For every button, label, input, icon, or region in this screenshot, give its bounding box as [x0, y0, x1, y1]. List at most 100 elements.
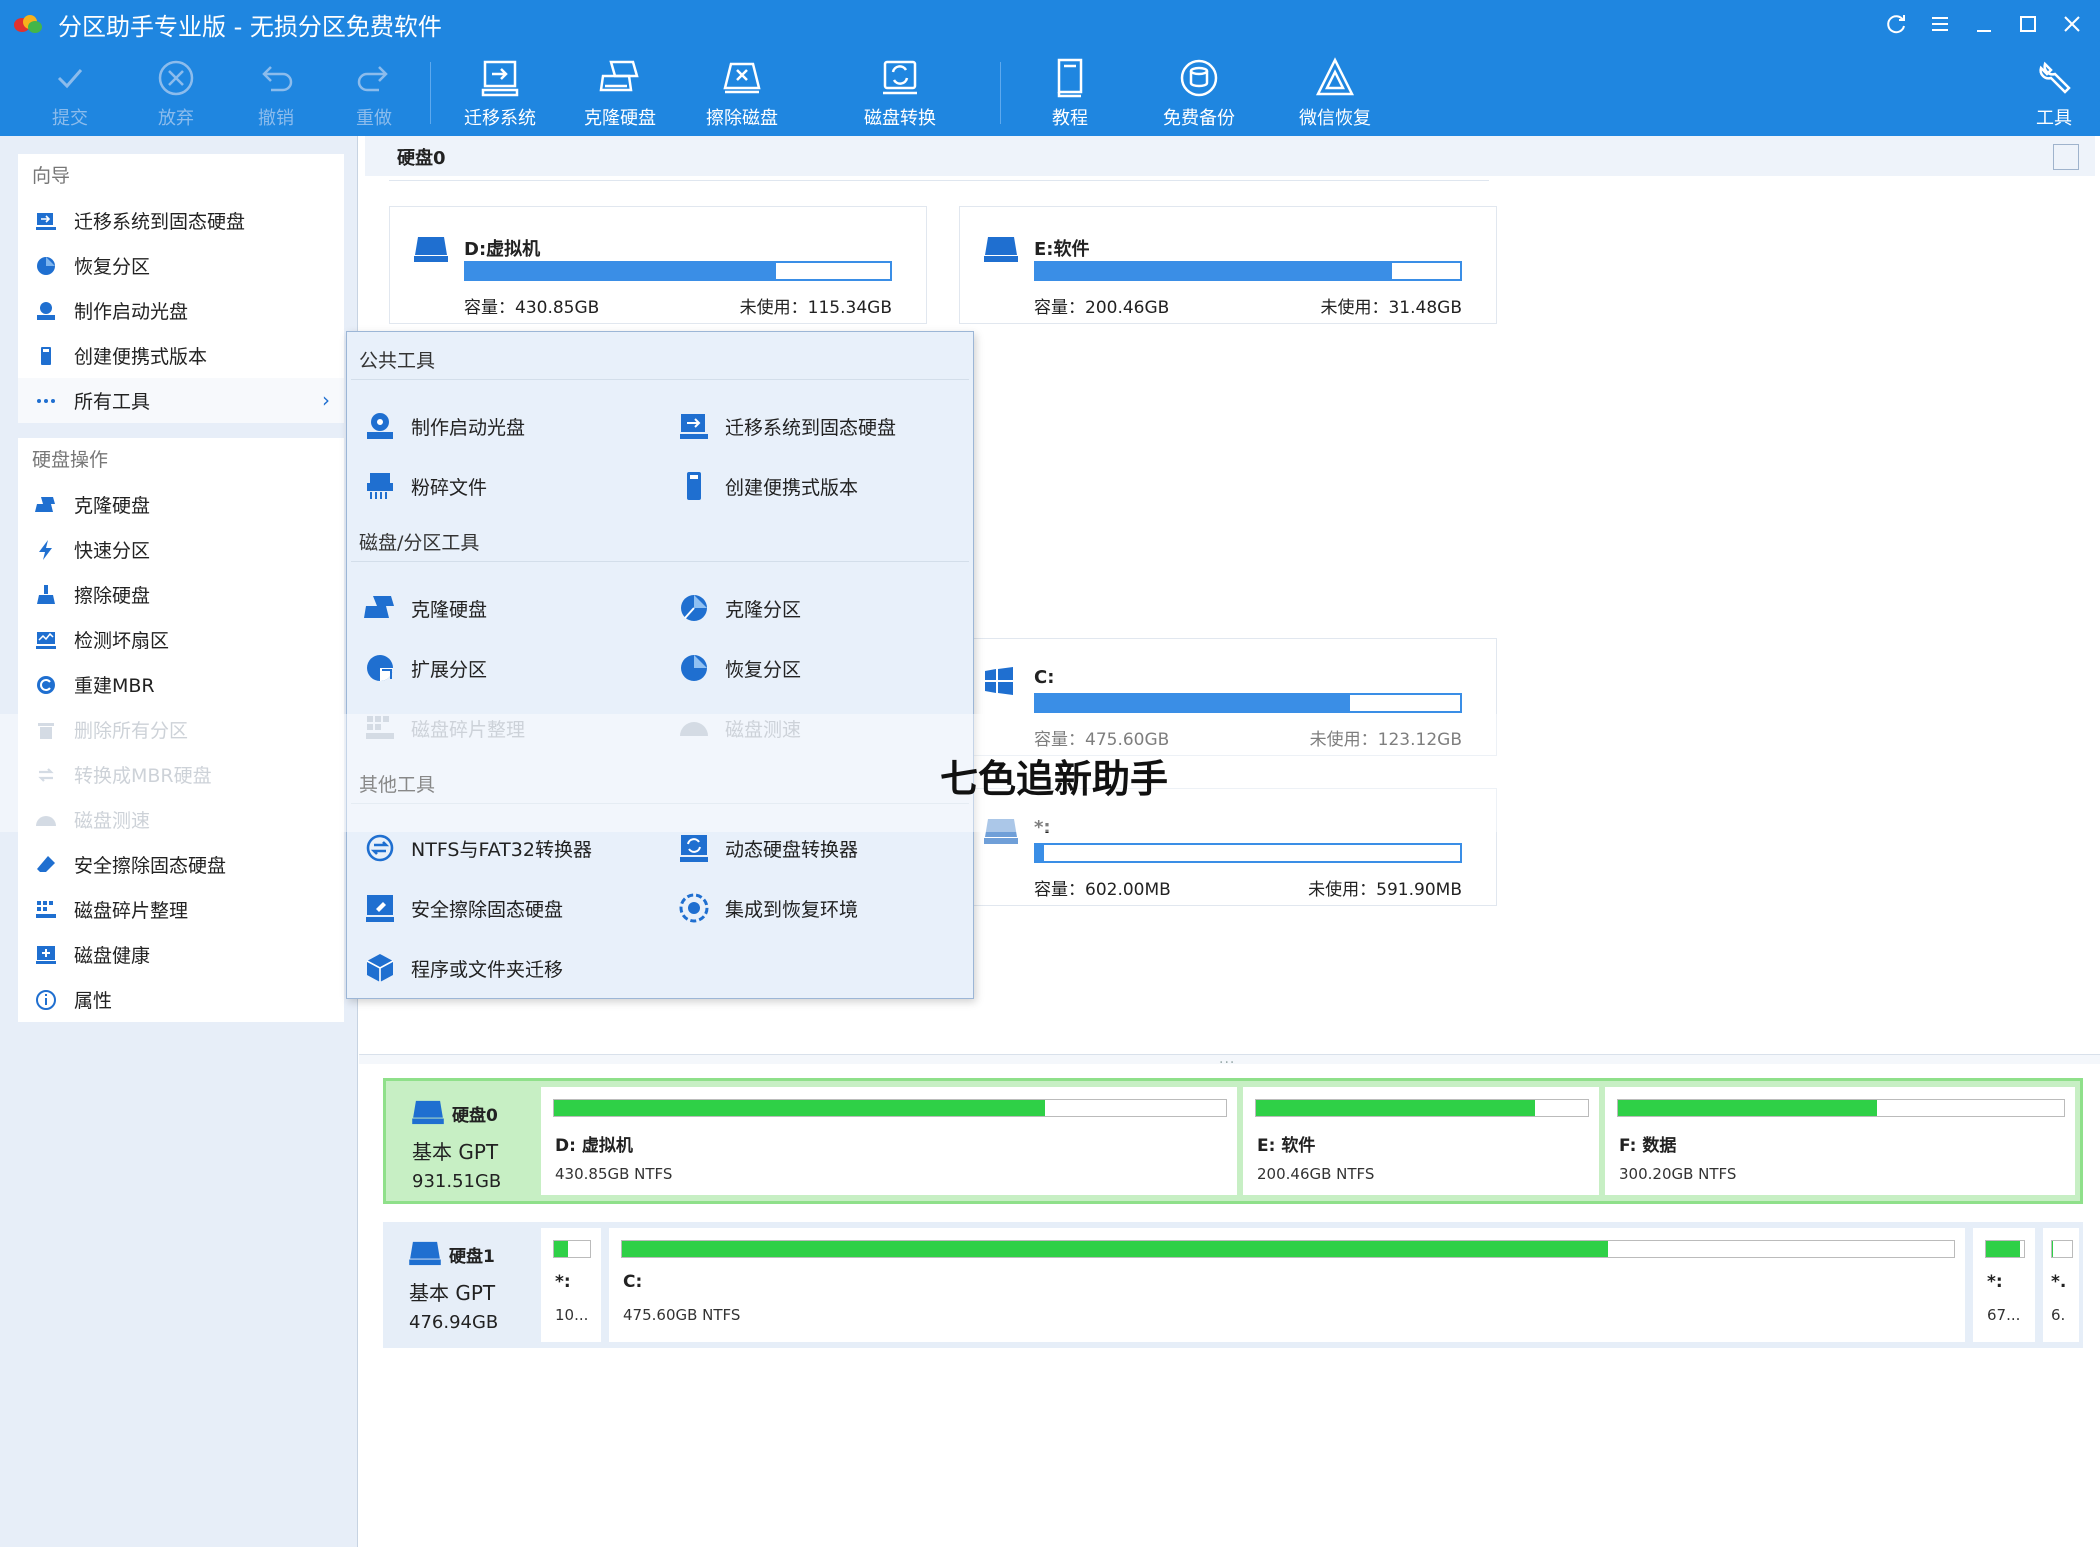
- clone-disk-icon: [363, 591, 397, 625]
- recover-partition-icon: [677, 651, 711, 685]
- capacity-text: 容量：602.00MB: [1034, 880, 1171, 900]
- disk-info: 硬盘1 基本 GPT 476.94GB: [409, 1238, 529, 1333]
- all-tools-flyout: 公共工具 制作启动光盘 迁移系统到固态硬盘 粉碎文件 创建便携式版本 磁盘/分区…: [346, 331, 974, 999]
- migrate-system-icon: [481, 60, 519, 97]
- sidebar-item-properties[interactable]: 属性: [18, 977, 344, 1022]
- wipe-disk-button[interactable]: 擦除磁盘: [694, 56, 790, 134]
- gear-icon: [677, 891, 711, 925]
- flyout-item-dynamic-disk[interactable]: 动态硬盘转换器: [677, 826, 858, 870]
- partition-card[interactable]: E:软件 容量：200.46GB 未使用：31.48GB: [959, 206, 1497, 324]
- flyout-item-ntfs-fat32[interactable]: NTFS与FAT32转换器: [363, 826, 592, 870]
- migrate-icon: [677, 409, 711, 443]
- sidebar-item-all-tools[interactable]: 所有工具 ›: [18, 378, 344, 423]
- partition-usage-bar: [553, 1240, 591, 1258]
- wechat-recovery-button[interactable]: 微信恢复: [1287, 56, 1383, 134]
- flyout-item-extend-partition[interactable]: 扩展分区: [363, 646, 487, 690]
- check-sectors-icon: [34, 628, 58, 652]
- boot-disc-icon: [34, 299, 58, 323]
- refresh-icon[interactable]: [1874, 0, 1918, 48]
- ntfs-fat32-convert-icon: [363, 831, 397, 865]
- free-space-text: 未使用：591.90MB: [1308, 880, 1462, 900]
- usage-bar: [464, 261, 892, 281]
- partition-usage-bar: [1255, 1099, 1589, 1117]
- flyout-item-migrate-ssd[interactable]: 迁移系统到固态硬盘: [677, 404, 896, 448]
- disk-row-0[interactable]: 硬盘0 基本 GPT 931.51GB D: 虚拟机 430.85GB NTFS…: [383, 1078, 2083, 1204]
- partition-segment[interactable]: *. 6.: [2043, 1228, 2079, 1342]
- splitter-handle[interactable]: ...: [359, 1051, 2100, 1067]
- partition-segment[interactable]: F: 数据 300.20GB NTFS: [1605, 1087, 2075, 1195]
- tutorial-button[interactable]: 教程: [1022, 56, 1118, 134]
- disk-convert-button[interactable]: 磁盘转换: [852, 56, 948, 134]
- disk-row-1[interactable]: 硬盘1 基本 GPT 476.94GB *: 10... C: 475.60GB…: [383, 1222, 2083, 1348]
- chevron-right-icon: ›: [322, 388, 330, 412]
- migrate-icon: [34, 209, 58, 233]
- drive-icon: [984, 235, 1018, 267]
- windows-icon: [984, 667, 1014, 699]
- usage-bar: [1034, 693, 1462, 713]
- sidebar-item-boot-disc[interactable]: 制作启动光盘: [18, 288, 344, 333]
- flyout-item-recover-partition[interactable]: 恢复分区: [677, 646, 801, 690]
- menu-icon[interactable]: [1918, 0, 1962, 48]
- sidebar-item-quick-partition[interactable]: 快速分区: [18, 527, 344, 572]
- commit-button[interactable]: 提交: [22, 56, 118, 134]
- sidebar: 向导 迁移系统到固态硬盘 恢复分区 制作启动光盘 创建便携式版本 所有工具 › …: [0, 136, 358, 1547]
- disk-header: 硬盘0: [365, 136, 2095, 176]
- app-logo-icon: [14, 13, 44, 35]
- flyout-item-boot-disc[interactable]: 制作启动光盘: [363, 404, 525, 448]
- capacity-text: 容量：430.85GB: [464, 298, 600, 318]
- flyout-section-disk: 磁盘/分区工具: [347, 514, 973, 562]
- title-bar: 分区助手专业版 - 无损分区免费软件: [0, 0, 2100, 48]
- sidebar-item-secure-erase-ssd[interactable]: 安全擦除固态硬盘: [18, 842, 344, 887]
- capacity-text: 容量：200.46GB: [1034, 298, 1170, 318]
- lightning-icon: [34, 538, 58, 562]
- free-backup-button[interactable]: 免费备份: [1151, 56, 1247, 134]
- undo-icon: [262, 66, 293, 92]
- partition-usage-bar: [1985, 1240, 2025, 1258]
- disk-header-label: 硬盘0: [397, 148, 446, 169]
- clone-disk-button[interactable]: 克隆硬盘: [572, 56, 668, 134]
- flyout-item-clone-partition[interactable]: 克隆分区: [677, 586, 801, 630]
- sidebar-item-rebuild-mbr[interactable]: 重建MBR: [18, 662, 344, 707]
- redo-button[interactable]: 重做: [326, 56, 422, 134]
- sidebar-item-wipe-disk[interactable]: 擦除硬盘: [18, 572, 344, 617]
- wizard-title: 向导: [32, 165, 71, 187]
- sidebar-item-recover-partition[interactable]: 恢复分区: [18, 243, 344, 288]
- sidebar-item-clone-disk[interactable]: 克隆硬盘: [18, 482, 344, 527]
- undo-button[interactable]: 撤销: [228, 56, 324, 134]
- sidebar-item-migrate-ssd[interactable]: 迁移系统到固态硬盘: [18, 198, 344, 243]
- flyout-item-shred-files[interactable]: 粉碎文件: [363, 464, 487, 508]
- migrate-system-button[interactable]: 迁移系统: [452, 56, 548, 134]
- wechat-recovery-icon: [1315, 57, 1355, 96]
- partition-segment[interactable]: *: 10...: [541, 1228, 601, 1342]
- partition-segment[interactable]: D: 虚拟机 430.85GB NTFS: [541, 1087, 1237, 1195]
- drive-icon: [412, 1099, 444, 1129]
- flyout-item-secure-erase-ssd[interactable]: 安全擦除固态硬盘: [363, 886, 563, 930]
- view-toggle-icon[interactable]: [2053, 144, 2079, 170]
- rebuild-mbr-icon: [34, 673, 58, 697]
- defrag-icon: [34, 898, 58, 922]
- flyout-item-app-migration[interactable]: 程序或文件夹迁移: [363, 946, 563, 990]
- wrench-icon: [2039, 61, 2071, 94]
- partition-card[interactable]: D:虚拟机 容量：430.85GB 未使用：115.34GB: [389, 206, 927, 324]
- partition-segment[interactable]: *: 67...: [1973, 1228, 2035, 1342]
- flyout-item-recovery-env[interactable]: 集成到恢复环境: [677, 886, 858, 930]
- eraser-icon: [34, 853, 58, 877]
- partition-segment[interactable]: E: 软件 200.46GB NTFS: [1243, 1087, 1599, 1195]
- clone-partition-icon: [677, 591, 711, 625]
- sidebar-item-disk-health[interactable]: 磁盘健康: [18, 932, 344, 977]
- flyout-item-clone-disk[interactable]: 克隆硬盘: [363, 586, 487, 630]
- secure-erase-icon: [363, 891, 397, 925]
- maximize-button[interactable]: [2006, 0, 2050, 48]
- flyout-item-portable-version[interactable]: 创建便携式版本: [677, 464, 858, 508]
- sidebar-item-portable-version[interactable]: 创建便携式版本: [18, 333, 344, 378]
- close-button[interactable]: [2050, 0, 2094, 48]
- minimize-button[interactable]: [1962, 0, 2006, 48]
- sidebar-item-defrag[interactable]: 磁盘碎片整理: [18, 887, 344, 932]
- watermark-text: 七色追新助手: [940, 757, 1169, 801]
- boot-disc-icon: [363, 409, 397, 443]
- disk-convert-icon: [883, 60, 917, 95]
- discard-button[interactable]: 放弃: [128, 56, 224, 134]
- tools-button[interactable]: 工具: [2006, 56, 2100, 134]
- partition-segment[interactable]: C: 475.60GB NTFS: [609, 1228, 1965, 1342]
- sidebar-item-check-bad-sectors[interactable]: 检测坏扇区: [18, 617, 344, 662]
